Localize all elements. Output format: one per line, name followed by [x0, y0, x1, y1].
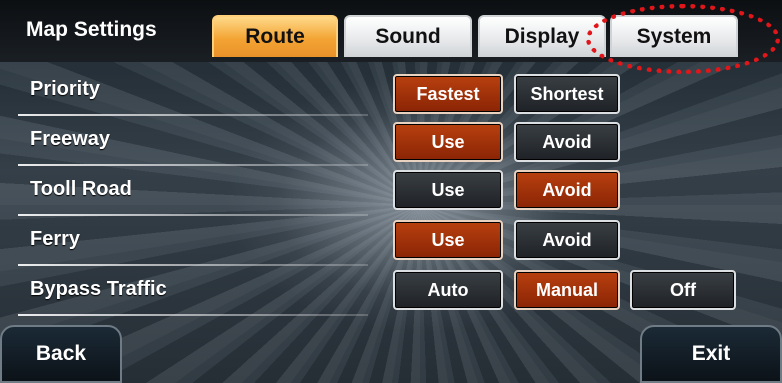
bypass-auto-button[interactable]: Auto: [393, 270, 503, 310]
toll-road-avoid-button[interactable]: Avoid: [514, 170, 620, 210]
priority-fastest-button[interactable]: Fastest: [393, 74, 503, 114]
tab-sound[interactable]: Sound: [344, 15, 472, 57]
toll-road-use-button[interactable]: Use: [393, 170, 503, 210]
row-label-toll-road: Tooll Road: [30, 178, 132, 200]
map-settings-screen: Map Settings Route Sound Display System …: [0, 0, 782, 383]
row-divider: [18, 164, 368, 166]
row-label-ferry: Ferry: [30, 228, 81, 250]
back-button[interactable]: Back: [0, 325, 122, 383]
exit-button[interactable]: Exit: [640, 325, 782, 383]
row-divider: [18, 114, 368, 116]
page-title: Map Settings: [26, 18, 157, 41]
tab-system[interactable]: System: [610, 15, 738, 57]
freeway-avoid-button[interactable]: Avoid: [514, 122, 620, 162]
ferry-use-button[interactable]: Use: [393, 220, 503, 260]
tab-bar: Map Settings Route Sound Display System: [0, 0, 782, 62]
row-label-priority: Priority: [30, 78, 101, 100]
freeway-use-button[interactable]: Use: [393, 122, 503, 162]
row-label-freeway: Freeway: [30, 128, 111, 150]
bypass-off-button[interactable]: Off: [630, 270, 736, 310]
tab-display[interactable]: Display: [478, 15, 606, 57]
bypass-manual-button[interactable]: Manual: [514, 270, 620, 310]
tab-route[interactable]: Route: [212, 15, 338, 57]
row-label-bypass-traffic: Bypass Traffic: [30, 278, 167, 300]
priority-shortest-button[interactable]: Shortest: [514, 74, 620, 114]
row-divider: [18, 214, 368, 216]
ferry-avoid-button[interactable]: Avoid: [514, 220, 620, 260]
row-divider: [18, 314, 368, 316]
row-divider: [18, 264, 368, 266]
